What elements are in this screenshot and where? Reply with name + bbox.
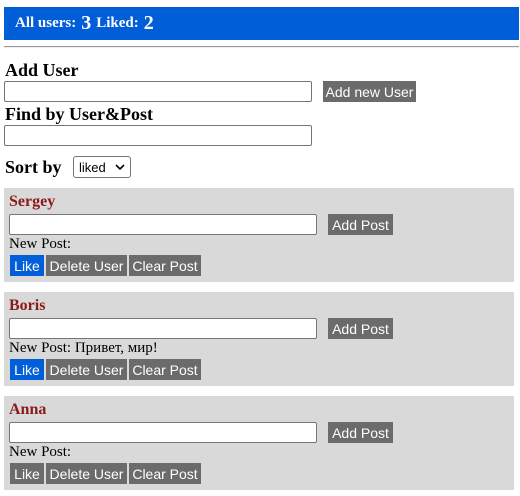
stats-header: All users: 3 Liked: 2 <box>4 7 519 40</box>
all-users-label: All users: <box>15 15 77 31</box>
new-post-label: New Post: <box>9 340 72 356</box>
add-user-input[interactable] <box>4 81 312 102</box>
new-post-line: New Post: <box>9 236 71 253</box>
add-post-button[interactable]: Add Post <box>328 318 393 339</box>
post-input[interactable] <box>9 318 317 339</box>
clear-post-button[interactable]: Clear Post <box>129 255 201 276</box>
new-post-label: New Post: <box>9 444 72 460</box>
find-title: Find by User&Post <box>5 104 153 124</box>
clear-post-button[interactable]: Clear Post <box>129 359 201 380</box>
find-input[interactable] <box>4 125 312 146</box>
liked-label: Liked: <box>96 15 139 31</box>
post-input[interactable] <box>9 214 317 235</box>
user-name: Sergey <box>9 193 56 210</box>
user-card: Boris Add Post New Post: Привет, мир! Li… <box>4 292 514 386</box>
user-card: Anna Add Post New Post: Like Delete User… <box>4 396 514 490</box>
sort-select[interactable]: liked <box>73 156 131 178</box>
liked-count: 2 <box>143 12 154 34</box>
like-button[interactable]: Like <box>10 255 44 276</box>
add-post-button[interactable]: Add Post <box>328 422 393 443</box>
user-name: Anna <box>9 401 47 418</box>
like-button[interactable]: Like <box>10 359 44 380</box>
delete-user-button[interactable]: Delete User <box>46 255 127 276</box>
add-user-title: Add User <box>5 60 79 80</box>
delete-user-button[interactable]: Delete User <box>46 463 127 484</box>
chevron-down-icon <box>115 164 125 171</box>
sort-label: Sort by <box>5 157 62 177</box>
user-card: Sergey Add Post New Post: Like Delete Us… <box>4 188 514 282</box>
add-post-button[interactable]: Add Post <box>328 214 393 235</box>
like-button[interactable]: Like <box>10 463 44 484</box>
new-post-line: New Post: Привет, мир! <box>9 340 158 357</box>
clear-post-button[interactable]: Clear Post <box>129 463 201 484</box>
sort-selected-value: liked <box>79 159 106 175</box>
new-post-line: New Post: <box>9 444 71 461</box>
post-input[interactable] <box>9 422 317 443</box>
new-post-label: New Post: <box>9 236 72 252</box>
add-new-user-button[interactable]: Add new User <box>323 81 416 102</box>
new-post-text: Привет, мир! <box>74 340 158 356</box>
all-users-count: 3 <box>81 12 92 34</box>
delete-user-button[interactable]: Delete User <box>46 359 127 380</box>
divider <box>4 46 519 48</box>
user-name: Boris <box>9 297 46 314</box>
